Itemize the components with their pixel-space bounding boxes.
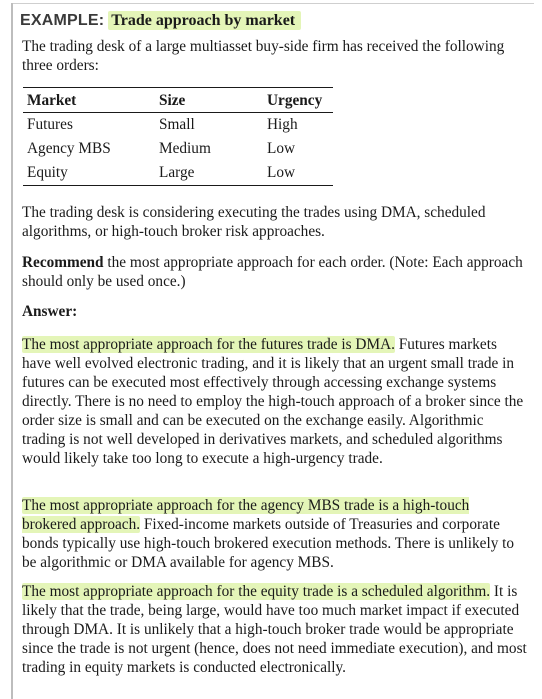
cell-urgency: Low: [267, 164, 296, 181]
cell-urgency: High: [267, 116, 298, 133]
cell-market: Futures: [27, 116, 73, 133]
example-heading: EXAMPLE: Trade approach by market: [20, 9, 302, 33]
cell-market: Equity: [27, 164, 68, 181]
column-header-urgency: Urgency: [267, 92, 323, 109]
example-page: EXAMPLE: Trade approach by market The tr…: [0, 0, 542, 699]
answer-label: Answer:: [22, 303, 78, 320]
answer-futures-text: Futures markets have well evolved electr…: [22, 336, 524, 467]
table-header: Market Size Urgency: [23, 88, 333, 113]
table-row: Futures Small High: [23, 113, 333, 137]
task-keyword: Recommend: [22, 254, 104, 271]
table-row: Equity Large Low: [23, 161, 333, 185]
cell-size: Large: [159, 164, 195, 181]
cell-market: Agency MBS: [27, 140, 111, 157]
frame-top-rule: [11, 3, 534, 4]
orders-table: Market Size Urgency Futures Small High A…: [23, 87, 333, 186]
column-header-size: Size: [159, 92, 186, 109]
answer-futures-highlight: The most appropriate approach for the fu…: [22, 336, 395, 353]
column-header-market: Market: [27, 92, 77, 109]
answer-agency-mbs: The most appropriate approach for the ag…: [22, 496, 527, 572]
task-paragraph: Recommend the most appropriate approach …: [22, 253, 527, 291]
example-label: EXAMPLE:: [20, 12, 105, 29]
cell-urgency: Low: [267, 140, 296, 157]
answer-heading: Answer:: [22, 302, 527, 321]
answer-equity-highlight: The most appropriate approach for the eq…: [22, 583, 491, 600]
frame-left-rule: [11, 3, 13, 699]
table-row: Agency MBS Medium Low: [23, 137, 333, 161]
intro-paragraph: The trading desk of a large multiasset b…: [22, 38, 505, 74]
cell-size: Medium: [159, 140, 211, 157]
answer-equity: The most appropriate approach for the eq…: [22, 582, 527, 677]
answer-futures: The most appropriate approach for the fu…: [22, 335, 527, 468]
cell-size: Small: [159, 116, 195, 133]
considering-paragraph: The trading desk is considering executin…: [22, 204, 486, 240]
example-title: Trade approach by market: [108, 11, 302, 30]
